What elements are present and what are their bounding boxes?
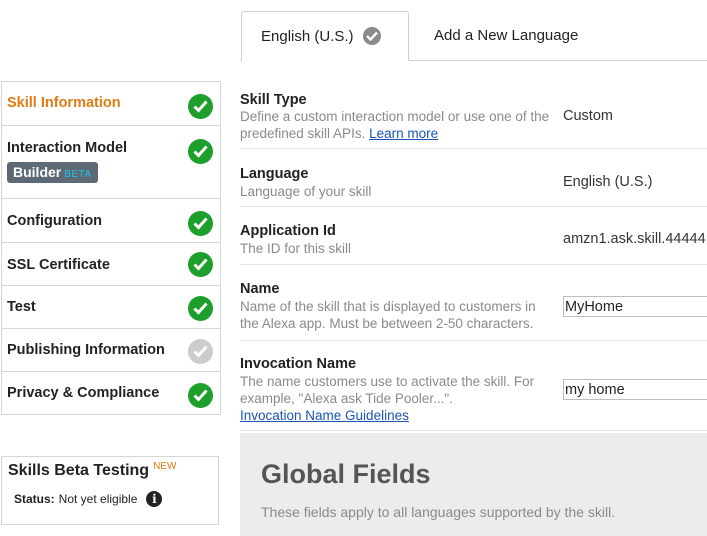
name-row: Name Name of the skill that is displayed… (240, 265, 707, 341)
beta-status-label: Status: (14, 492, 55, 506)
sidebar-item-label: SSL Certificate (7, 257, 110, 273)
language-title: Language (240, 166, 309, 182)
invocation-name-input[interactable] (563, 379, 707, 400)
language-row: Language Language of your skill English … (240, 149, 707, 207)
sidebar-item-test[interactable]: Test (2, 286, 220, 329)
invocation-name-desc: The name customers use to activate the s… (240, 373, 552, 424)
skill-type-value: Custom (563, 108, 613, 124)
sidebar-item-label: Privacy & Compliance (7, 385, 160, 401)
beta-title: Skills Beta Testing (8, 462, 150, 479)
check-icon (188, 139, 213, 164)
sidebar-item-interaction-model[interactable]: Interaction Model Builder BETA (2, 126, 220, 199)
check-icon (188, 94, 213, 119)
beta-heading: Skills Beta Testing NEW (8, 461, 218, 480)
language-desc: Language of your skill (240, 184, 372, 199)
sidebar-item-privacy-compliance[interactable]: Privacy & Compliance (2, 372, 220, 415)
beta-label: BETA (64, 169, 92, 180)
sidebar-item-label: Configuration (7, 213, 103, 229)
skill-type-desc: Define a custom interaction model or use… (240, 108, 552, 142)
skill-type-title: Skill Type (240, 92, 307, 108)
sidebar-item-configuration[interactable]: Configuration (2, 199, 220, 243)
check-icon (188, 383, 213, 408)
new-badge: NEW (153, 461, 177, 472)
name-desc: Name of the skill that is displayed to c… (240, 299, 536, 331)
invocation-name-guidelines-link[interactable]: Invocation Name Guidelines (240, 408, 409, 423)
check-icon (362, 27, 381, 45)
tab-add-language[interactable]: Add a New Language (434, 27, 578, 44)
language-value: English (U.S.) (563, 174, 653, 190)
sidebar-item-ssl-certificate[interactable]: SSL Certificate (2, 243, 220, 286)
sidebar-item-label: Publishing Information (7, 342, 165, 358)
builder-badge[interactable]: Builder BETA (7, 162, 98, 183)
learn-more-link[interactable]: Learn more (369, 126, 438, 141)
skill-type-row: Skill Type Define a custom interaction m… (240, 86, 707, 149)
sidebar-item-label: Test (7, 299, 36, 315)
global-fields-desc: These fields apply to all languages supp… (261, 504, 616, 520)
sidebar-nav: Skill Information Interaction Model Buil… (1, 81, 221, 415)
invocation-name-row: Invocation Name The name customers use t… (240, 341, 707, 431)
beta-status: Status: Not yet eligible i (8, 491, 218, 507)
application-id-value: amzn1.ask.skill.44444 (563, 231, 706, 247)
sidebar-item-publishing-information[interactable]: Publishing Information (2, 329, 220, 372)
check-icon (188, 296, 213, 321)
builder-label: Builder (13, 164, 62, 180)
invocation-name-desc-text: The name customers use to activate the s… (240, 374, 535, 406)
sidebar-item-label: Interaction Model (7, 140, 128, 156)
sidebar-item-label: Skill Information (7, 95, 121, 111)
name-title: Name (240, 281, 280, 297)
info-icon[interactable]: i (146, 491, 163, 507)
beta-status-value: Not yet eligible (58, 492, 138, 506)
invocation-name-title: Invocation Name (240, 356, 357, 372)
check-icon (188, 252, 213, 277)
check-icon (188, 211, 213, 236)
application-id-desc: The ID for this skill (240, 241, 352, 256)
global-fields-panel: Global Fields These fields apply to all … (240, 433, 707, 536)
application-id-title: Application Id (240, 223, 336, 239)
tab-english-us-label: English (U.S.) (261, 27, 354, 45)
application-id-row: Application Id The ID for this skill amz… (240, 207, 707, 265)
sidebar-item-skill-information[interactable]: Skill Information (2, 82, 220, 126)
name-input[interactable] (563, 296, 707, 317)
global-fields-title: Global Fields (261, 459, 431, 489)
check-icon (188, 339, 213, 364)
skills-beta-testing-panel: Skills Beta Testing NEW Status: Not yet e… (1, 456, 219, 525)
tab-english-us[interactable]: English (U.S.) (241, 11, 409, 61)
